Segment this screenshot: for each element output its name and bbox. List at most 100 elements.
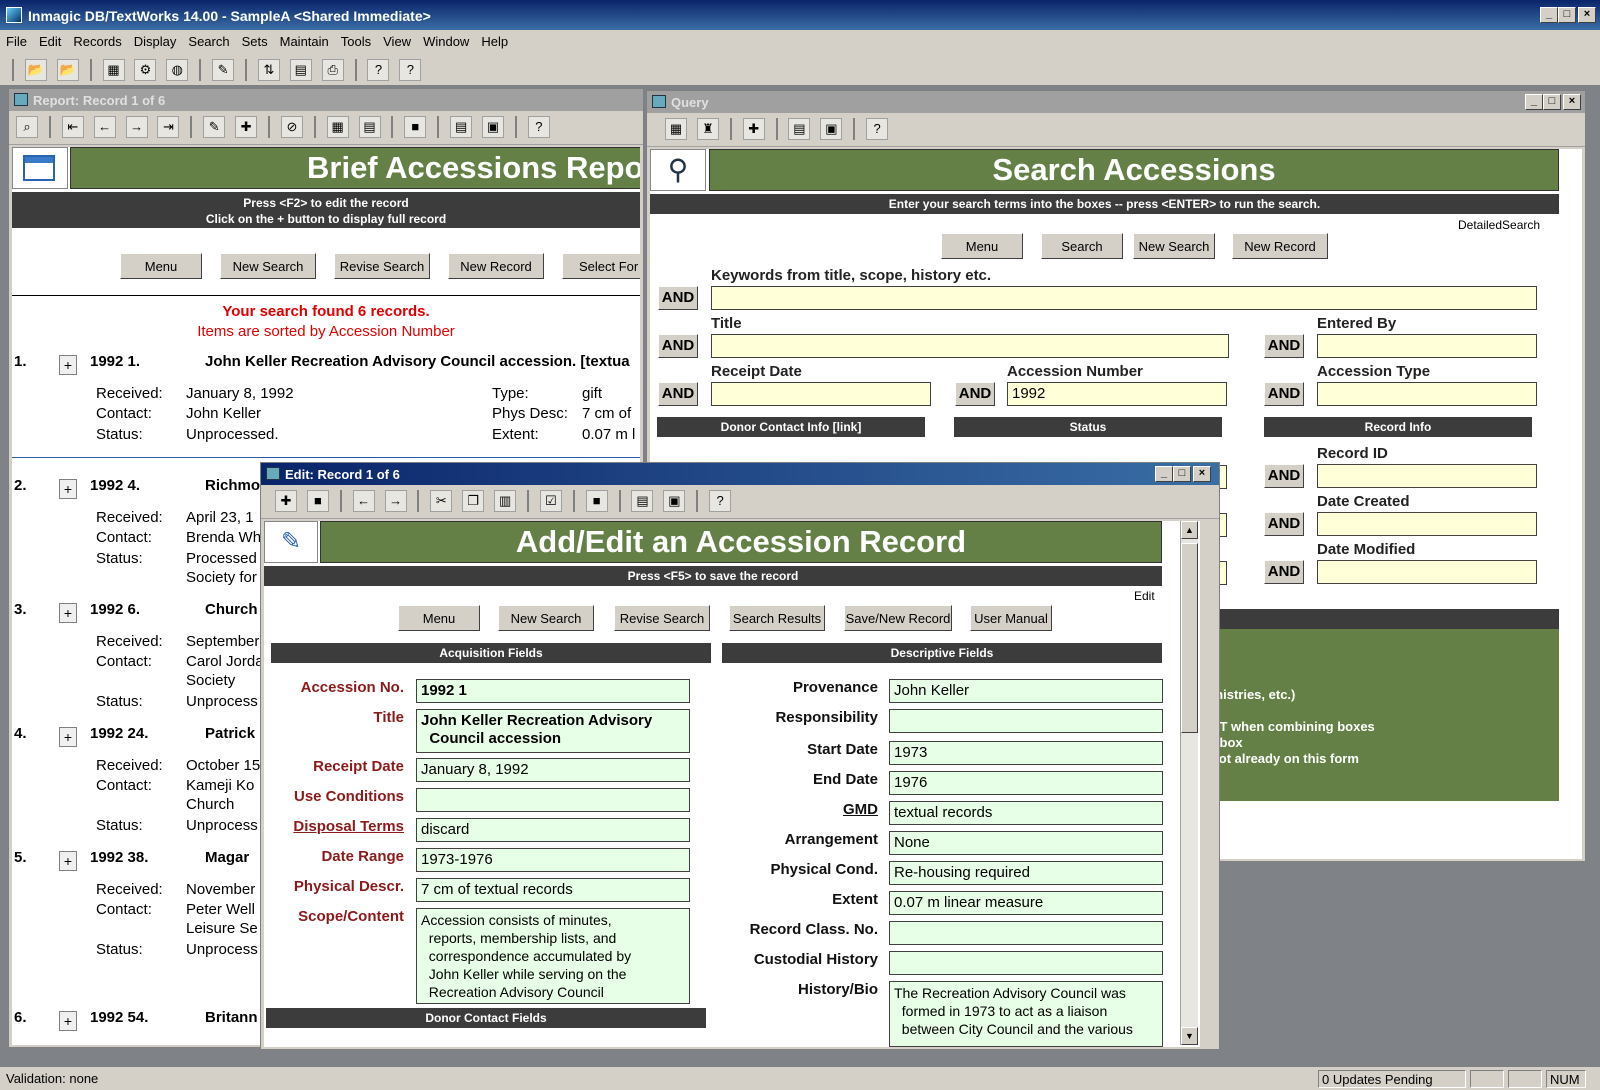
menu-search[interactable]: Search [182, 30, 235, 53]
form-icon[interactable]: ▣ [663, 490, 686, 512]
menu-window[interactable]: Window [417, 30, 475, 53]
new-record-icon[interactable]: ✚ [742, 118, 765, 140]
delete-record-icon[interactable]: ⊘ [280, 116, 303, 138]
menu-maintain[interactable]: Maintain [274, 30, 335, 53]
query-minimize-button[interactable]: _ [1525, 94, 1543, 110]
check-icon[interactable]: ☑ [539, 490, 562, 512]
start-date-field[interactable]: 1973 [889, 741, 1163, 765]
app-minimize-button[interactable]: _ [1540, 7, 1558, 23]
form-icon[interactable]: ▦ [102, 59, 125, 81]
next-record-icon[interactable]: → [384, 490, 407, 512]
context-help-icon[interactable]: ? [709, 490, 732, 512]
disposal-terms-field[interactable]: discard [416, 818, 690, 842]
date-created-input[interactable] [1317, 512, 1537, 536]
globe-icon[interactable]: ◍ [166, 59, 189, 81]
help-icon[interactable]: ? [367, 59, 390, 81]
record-class-no-field[interactable] [889, 921, 1163, 945]
menu-view[interactable]: View [377, 30, 417, 53]
user-manual-button[interactable]: User Manual [970, 605, 1052, 631]
and-operator-record-id[interactable]: AND [1264, 464, 1304, 488]
menu-display[interactable]: Display [128, 30, 183, 53]
copy-icon[interactable]: ❐ [462, 490, 485, 512]
query-maximize-button[interactable]: □ [1543, 94, 1561, 110]
and-operator-accession-number[interactable]: AND [955, 382, 995, 406]
save-icon[interactable]: ■ [306, 490, 329, 512]
query-close-button[interactable]: × [1563, 94, 1581, 110]
extent-field[interactable]: 0.07 m linear measure [889, 891, 1163, 915]
report-icon[interactable]: ▤ [631, 490, 654, 512]
record-id-input[interactable] [1317, 464, 1537, 488]
expand-record-button[interactable]: + [59, 355, 77, 375]
and-operator-date-modified[interactable]: AND [1264, 560, 1304, 584]
keywords-input[interactable] [711, 286, 1537, 310]
arrangement-field[interactable]: None [889, 831, 1163, 855]
menu-help[interactable]: Help [475, 30, 514, 53]
expand-record-button[interactable]: + [59, 851, 77, 871]
context-help-icon[interactable]: ? [866, 118, 889, 140]
save-new-record-button[interactable]: Save/New Record [844, 605, 952, 631]
report-icon[interactable]: ▤ [788, 118, 811, 140]
new-search-button[interactable]: New Search [1133, 233, 1215, 259]
expand-record-button[interactable]: + [59, 727, 77, 747]
new-search-button[interactable]: New Search [498, 605, 594, 631]
menu-button[interactable]: Menu [398, 605, 480, 631]
menu-sets[interactable]: Sets [236, 30, 274, 53]
zoom-icon[interactable]: ⌕ [16, 116, 38, 138]
and-operator-entered-by[interactable]: AND [1264, 334, 1304, 358]
form-icon[interactable]: ▣ [482, 116, 505, 138]
edit-close-button[interactable]: × [1193, 466, 1211, 482]
vertical-scrollbar[interactable]: ▲ ▼ [1180, 521, 1198, 1045]
title-field[interactable]: John Keller Recreation Advisory Council … [416, 709, 690, 753]
clear-icon[interactable]: ♜ [696, 118, 719, 140]
entered-by-input[interactable] [1317, 334, 1537, 358]
revise-search-button[interactable]: Revise Search [614, 605, 710, 631]
open-textbase-icon[interactable]: 📂 [24, 59, 47, 81]
new-record-icon[interactable]: ✚ [275, 490, 297, 512]
accession-no-field[interactable]: 1992 1 [416, 679, 690, 703]
receipt-date-field[interactable]: January 8, 1992 [416, 758, 690, 782]
menu-records[interactable]: Records [67, 30, 127, 53]
menu-tools[interactable]: Tools [335, 30, 377, 53]
gmd-field[interactable]: textual records [889, 801, 1163, 825]
cut-icon[interactable]: ✂ [430, 490, 453, 512]
date-range-field[interactable]: 1973-1976 [416, 848, 690, 872]
paste-icon[interactable]: ▥ [494, 490, 517, 512]
report-icon[interactable]: ▤ [289, 59, 312, 81]
new-record-button[interactable]: New Record [1232, 233, 1328, 259]
physical-cond-field[interactable]: Re-housing required [889, 861, 1163, 885]
title-input[interactable] [711, 334, 1229, 358]
expand-record-button[interactable]: + [59, 1011, 77, 1031]
and-operator-keywords[interactable]: AND [658, 286, 698, 310]
physical-descr-field[interactable]: 7 cm of textual records [416, 878, 690, 902]
grid-icon[interactable]: ▦ [326, 116, 349, 138]
gear-icon[interactable]: ⚙ [134, 59, 157, 81]
last-record-icon[interactable]: ⇥ [157, 116, 180, 138]
run-search-icon[interactable]: ▦ [665, 118, 687, 140]
first-record-icon[interactable]: ⇤ [61, 116, 84, 138]
context-help-icon[interactable]: ? [527, 116, 550, 138]
table-icon[interactable]: ▤ [358, 116, 381, 138]
gmd-link[interactable]: GMD [704, 801, 878, 818]
previous-record-icon[interactable]: ← [93, 116, 116, 138]
expand-record-button[interactable]: + [59, 479, 77, 499]
use-conditions-field[interactable] [416, 788, 690, 812]
history-bio-field[interactable]: The Recreation Advisory Council was form… [889, 981, 1163, 1047]
end-date-field[interactable]: 1976 [889, 771, 1163, 795]
receipt-date-input[interactable] [711, 382, 931, 406]
menu-button[interactable]: Menu [941, 233, 1023, 259]
provenance-field[interactable]: John Keller [889, 679, 1163, 703]
app-close-button[interactable]: × [1578, 7, 1596, 23]
scroll-down-arrow-icon[interactable]: ▼ [1181, 1027, 1198, 1045]
new-search-button[interactable]: New Search [220, 253, 316, 279]
new-record-icon[interactable]: ✎ [212, 59, 235, 81]
disposal-terms-link[interactable]: Disposal Terms [264, 818, 404, 835]
responsibility-field[interactable] [889, 709, 1163, 733]
search-button[interactable]: Search [1041, 233, 1123, 259]
scope-content-field[interactable]: Accession consists of minutes, reports, … [416, 908, 690, 1004]
and-operator-accession-type[interactable]: AND [1264, 382, 1304, 406]
and-operator-receipt-date[interactable]: AND [658, 382, 698, 406]
search-results-button[interactable]: Search Results [729, 605, 825, 631]
edit-record-icon[interactable]: ✎ [203, 116, 226, 138]
print-icon[interactable]: ⎙ [321, 59, 344, 81]
new-record-button[interactable]: New Record [448, 253, 544, 279]
